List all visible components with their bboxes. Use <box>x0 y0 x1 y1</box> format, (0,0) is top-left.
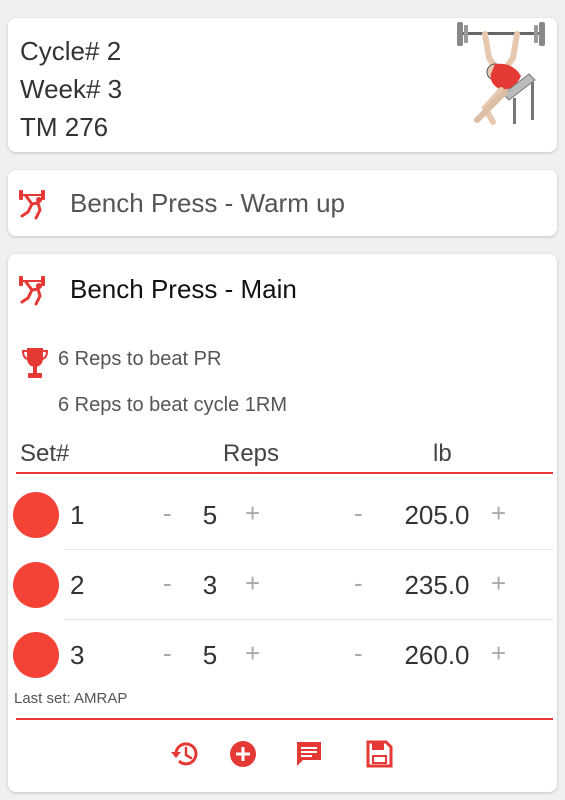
weightlifter-icon <box>19 190 45 220</box>
header-divider <box>16 472 553 474</box>
main-exercise-card: Bench Press - Main 6 Reps to beat PR 6 R… <box>8 254 557 792</box>
weight-value: 235.0 <box>404 570 470 600</box>
pr-target-text: 6 Reps to beat PR <box>58 348 222 370</box>
last-set-note: Last set: AMRAP <box>14 690 128 707</box>
warmup-exercise-card[interactable]: Bench Press - Warm up <box>8 170 557 236</box>
weight-value: 205.0 <box>404 500 470 530</box>
comment-icon[interactable] <box>293 738 325 770</box>
set-number: 2 <box>70 570 85 600</box>
add-circle-icon[interactable] <box>227 738 259 770</box>
set-number: 3 <box>70 640 85 670</box>
set-row: 3 - 5 + - 260.0 + <box>8 620 557 690</box>
reps-increment-button[interactable]: + <box>245 568 260 599</box>
training-max-label: TM 276 <box>20 112 109 142</box>
cycle-info-card: Cycle# 2 Week# 3 TM 276 <box>8 18 557 152</box>
weight-value: 260.0 <box>404 640 470 670</box>
set-number: 1 <box>70 500 85 530</box>
bench-press-illustration <box>457 22 545 125</box>
set-row: 2 - 3 + - 235.0 + <box>8 550 557 620</box>
reps-value: 5 <box>202 500 218 530</box>
footer-divider <box>16 718 553 720</box>
reps-value: 3 <box>202 570 218 600</box>
warmup-title: Bench Press - Warm up <box>70 188 346 218</box>
weight-column-header: lb <box>433 440 452 467</box>
reps-decrement-button[interactable]: - <box>163 498 172 529</box>
reps-column-header: Reps <box>223 440 280 467</box>
weight-decrement-button[interactable]: - <box>354 568 363 599</box>
cycle-1rm-target-text: 6 Reps to beat cycle 1RM <box>58 394 287 416</box>
weight-decrement-button[interactable]: - <box>354 638 363 669</box>
weightlifter-icon <box>19 276 45 306</box>
week-label: Week# 3 <box>20 74 123 104</box>
weight-increment-button[interactable]: + <box>491 498 506 529</box>
history-icon[interactable] <box>169 738 201 770</box>
cycle-label: Cycle# 2 <box>20 36 122 66</box>
set-row: 1 - 5 + - 205.0 + <box>8 480 557 550</box>
weight-increment-button[interactable]: + <box>491 638 506 669</box>
reps-value: 5 <box>202 640 218 670</box>
set-complete-toggle[interactable] <box>13 492 59 538</box>
set-column-header: Set# <box>20 440 70 467</box>
weight-increment-button[interactable]: + <box>491 568 506 599</box>
save-icon[interactable] <box>363 738 395 770</box>
set-complete-toggle[interactable] <box>13 632 59 678</box>
reps-increment-button[interactable]: + <box>245 498 260 529</box>
trophy-icon <box>22 348 48 378</box>
set-complete-toggle[interactable] <box>13 562 59 608</box>
main-title: Bench Press - Main <box>70 274 297 304</box>
reps-increment-button[interactable]: + <box>245 638 260 669</box>
reps-decrement-button[interactable]: - <box>163 568 172 599</box>
reps-decrement-button[interactable]: - <box>163 638 172 669</box>
weight-decrement-button[interactable]: - <box>354 498 363 529</box>
